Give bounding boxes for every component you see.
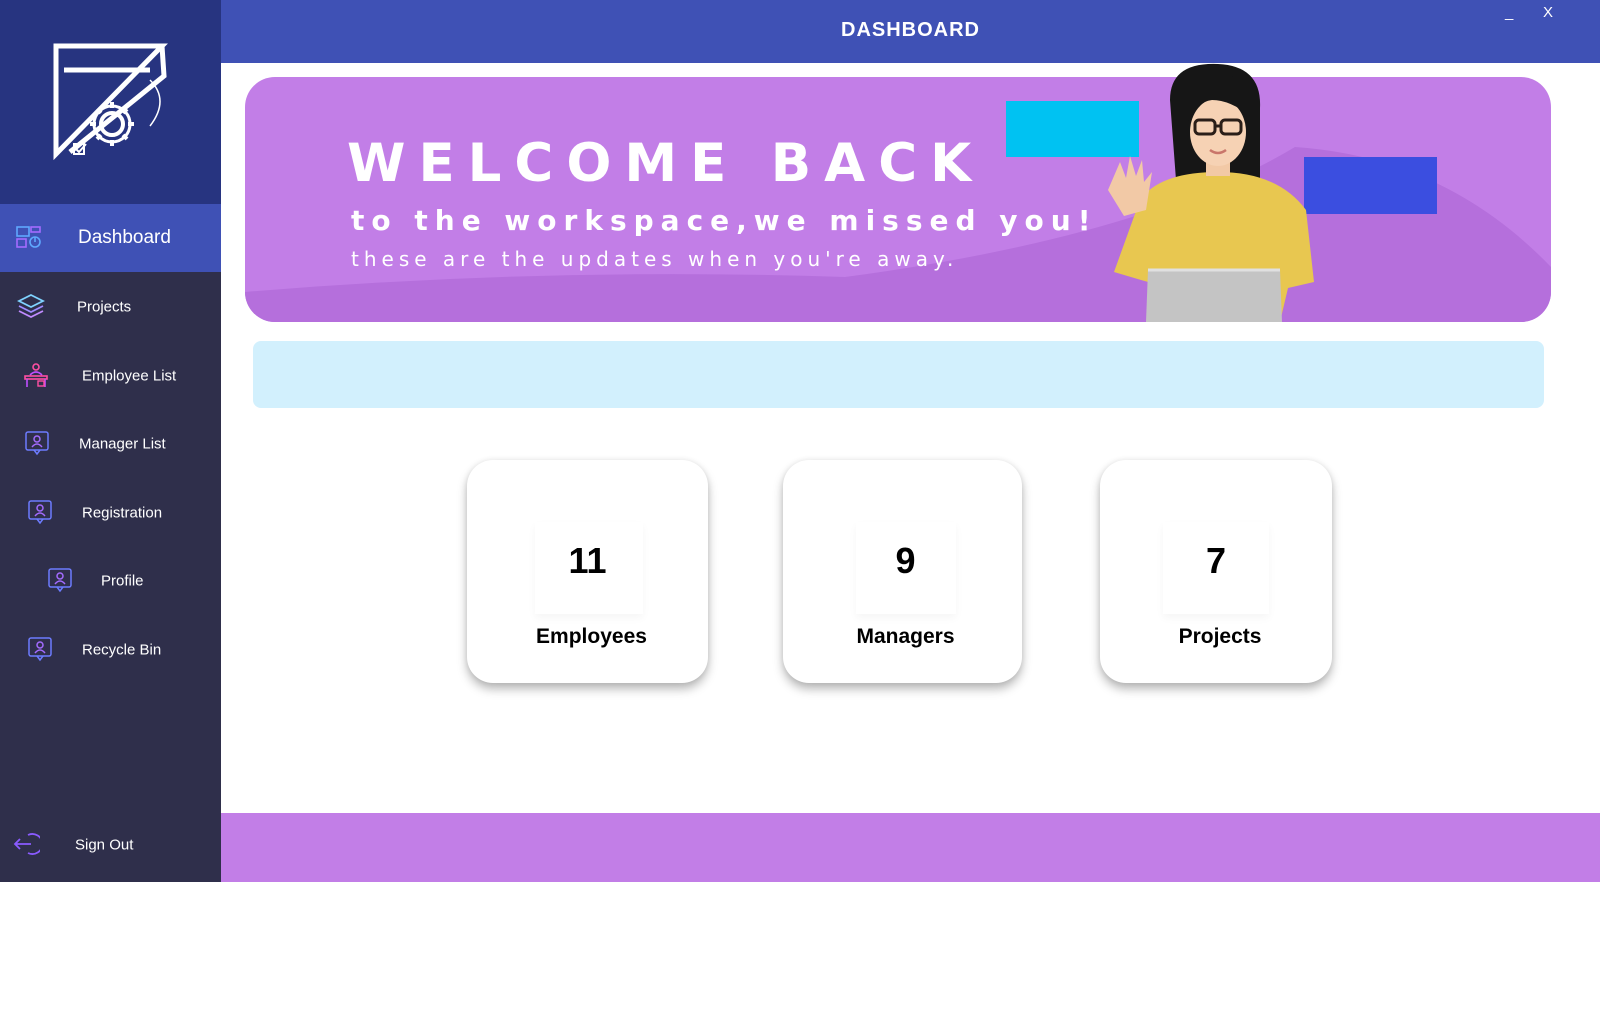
welcome-title: WELCOME BACK — [347, 133, 985, 194]
sidebar-item-label: Manager List — [79, 435, 166, 453]
sidebar-item-label: Employee List — [82, 367, 177, 385]
welcome-banner: WELCOME BACK to the workspace,we missed … — [245, 77, 1551, 322]
close-button[interactable]: X — [1543, 4, 1553, 21]
notification-bar — [253, 341, 1544, 408]
welcome-subtitle: to the workspace,we missed you! — [351, 204, 1098, 237]
header-bar: DASHBOARD _ X — [221, 0, 1600, 63]
sign-out-button[interactable]: Sign Out — [0, 811, 221, 879]
sidebar-item-recycle-bin[interactable]: Recycle Bin — [0, 616, 221, 684]
stat-card-employees[interactable]: 11 Employees — [467, 460, 708, 683]
layers-icon — [16, 292, 47, 322]
set-square-gear-logo — [53, 43, 168, 160]
page-title: DASHBOARD — [841, 19, 980, 41]
stat-label: Projects — [1178, 625, 1262, 648]
sidebar-item-registration[interactable]: Registration — [0, 479, 221, 547]
user-badge-icon — [46, 566, 76, 596]
logo-area — [0, 0, 221, 204]
minimize-button[interactable]: _ — [1505, 4, 1513, 21]
sidebar-item-label: Profile — [101, 572, 144, 590]
stat-label: Managers — [856, 625, 955, 648]
sidebar-item-label: Recycle Bin — [82, 641, 162, 659]
welcome-subtitle-secondary: these are the updates when you're away. — [351, 247, 959, 271]
sidebar-item-dashboard[interactable]: Dashboard — [0, 204, 221, 272]
sidebar-item-profile[interactable]: Profile — [0, 547, 221, 615]
sidebar: Dashboard Projects Employee List Manager… — [0, 0, 221, 882]
stat-label: Employees — [536, 625, 647, 648]
sign-out-label: Sign Out — [75, 836, 134, 854]
user-badge-icon — [26, 635, 56, 665]
sign-out-icon — [12, 830, 44, 860]
stat-value: 7 — [1205, 540, 1227, 581]
user-badge-icon — [23, 429, 53, 459]
stat-value: 9 — [895, 540, 916, 581]
woman-laptop-illustration — [1108, 63, 1314, 322]
sidebar-item-label: Dashboard — [78, 227, 171, 248]
stat-card-managers[interactable]: 9 Managers — [783, 460, 1022, 683]
sidebar-item-manager-list[interactable]: Manager List — [0, 410, 221, 478]
sidebar-item-employee-list[interactable]: Employee List — [0, 342, 221, 410]
sidebar-item-label: Projects — [77, 298, 132, 316]
employee-desk-icon — [22, 361, 52, 391]
sidebar-item-label: Registration — [82, 504, 163, 522]
dashboard-icon — [15, 223, 45, 253]
footer-bar — [221, 813, 1600, 882]
stat-card-projects[interactable]: 7 Projects — [1100, 460, 1332, 683]
user-badge-icon — [26, 498, 56, 528]
stat-value: 11 — [568, 540, 607, 581]
sidebar-item-projects[interactable]: Projects — [0, 273, 221, 341]
